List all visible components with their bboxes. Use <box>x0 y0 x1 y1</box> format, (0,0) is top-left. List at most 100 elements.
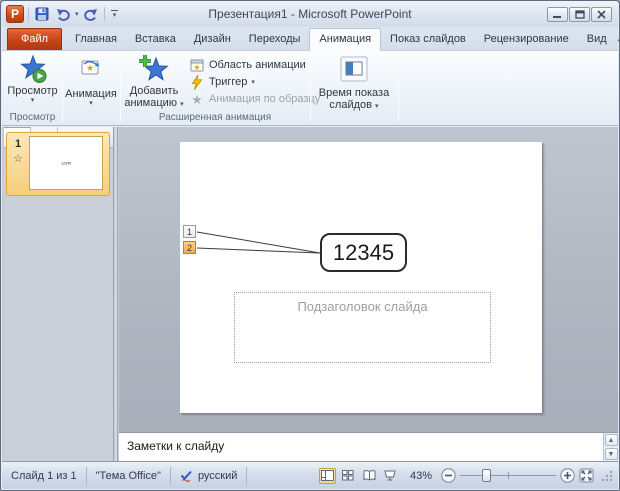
animation-icon: ★ <box>80 57 102 79</box>
divider <box>28 7 29 21</box>
animation-pane-button[interactable]: ★ Область анимации <box>189 57 306 73</box>
tab-slideshow[interactable]: Показ слайдов <box>381 29 475 50</box>
svg-text:★: ★ <box>86 63 94 73</box>
restore-icon <box>575 10 585 19</box>
scroll-down-icon[interactable]: ▼ <box>605 448 618 460</box>
preview-star-icon <box>17 53 49 85</box>
divider <box>104 7 105 21</box>
preview-button[interactable]: Просмотр ▾ <box>4 53 61 104</box>
window-controls <box>547 7 618 22</box>
slide-indicator[interactable]: Слайд 1 из 1 <box>2 467 87 485</box>
tab-design[interactable]: Дизайн <box>185 29 240 50</box>
chevron-down-icon: ▾ <box>31 97 35 104</box>
chevron-down-icon: ▾ <box>375 103 379 110</box>
notes-scrollbar[interactable]: ▲ ▼ <box>603 433 618 461</box>
language-indicator[interactable]: русский <box>171 467 247 485</box>
save-icon <box>35 7 49 21</box>
timing-label-line2: слайдов ▾ <box>329 99 378 111</box>
chevron-down-icon: ▾ <box>113 12 117 19</box>
timing-label-line1: Время показа <box>319 87 389 99</box>
zoom-in-button[interactable] <box>560 468 575 483</box>
svg-text:★: ★ <box>193 63 200 72</box>
slide-textbox[interactable]: 12345 <box>320 233 407 272</box>
restore-button[interactable] <box>569 7 590 22</box>
animation-order-tag-2[interactable]: 2 <box>183 241 196 254</box>
slide-thumbnail-1[interactable]: 1 ☆ 12345 <box>6 132 110 196</box>
fit-to-window-button[interactable] <box>579 468 594 483</box>
animation-painter-button[interactable]: ★ Анимация по образцу <box>189 91 320 107</box>
tab-view[interactable]: Вид <box>578 29 616 50</box>
animation-button-label: Анимация <box>65 88 117 100</box>
slide-sorter-icon <box>342 470 354 481</box>
spellcheck-icon <box>180 469 193 482</box>
zoom-slider[interactable] <box>460 468 556 483</box>
zoom-slider-thumb[interactable] <box>482 469 491 482</box>
language-text: русский <box>198 470 237 482</box>
timing-button[interactable]: Время показа слайдов ▾ <box>311 56 397 111</box>
powerpoint-app-icon[interactable]: P <box>6 5 24 23</box>
customize-qat-button[interactable]: ▾ <box>109 5 121 23</box>
trigger-button[interactable]: Триггер ▾ <box>189 74 255 90</box>
reading-view-button[interactable] <box>361 468 378 484</box>
scroll-up-icon[interactable]: ▲ <box>605 434 618 446</box>
close-icon <box>597 10 606 19</box>
animation-gallery-button[interactable]: ★ Анимация ▾ <box>63 57 119 107</box>
slide-canvas[interactable]: 1 2 12345 Подзаголовок слайда <box>180 142 542 413</box>
group-animation: ★ Анимация ▾ <box>63 51 119 125</box>
theme-indicator[interactable]: "Тема Office" <box>87 467 171 485</box>
slide-editor-area: 1 2 12345 Подзаголовок слайда Заметки к … <box>119 127 618 461</box>
add-animation-button[interactable]: Добавить анимацию ▾ <box>123 53 185 109</box>
slideshow-icon <box>384 470 396 481</box>
editor-canvas: 1 2 12345 Подзаголовок слайда <box>119 127 618 432</box>
trigger-lightning-icon <box>189 74 205 90</box>
pane-splitter[interactable] <box>115 127 118 461</box>
animation-order-tag-1[interactable]: 1 <box>183 225 196 238</box>
powerpoint-window: P ▾ <box>0 0 620 491</box>
notes-placeholder-text: Заметки к слайду <box>127 439 224 453</box>
resize-grip[interactable] <box>600 469 614 483</box>
zoom-out-button[interactable] <box>441 468 456 483</box>
normal-view-icon <box>321 470 334 481</box>
quick-access-toolbar: P ▾ <box>2 5 121 23</box>
ribbon: Просмотр ▾ Просмотр ★ Анимация ▾ <box>2 50 618 126</box>
notes-pane[interactable]: Заметки к слайду ▲ ▼ <box>119 432 618 461</box>
tab-bar-extras: ? <box>616 31 620 50</box>
chevron-down-icon: ▾ <box>89 100 93 107</box>
tab-file[interactable]: Файл <box>7 28 62 50</box>
zoom-level-text[interactable]: 43% <box>410 470 432 482</box>
thumbnail-mini-text: 12345 <box>61 161 71 165</box>
tab-animations[interactable]: Анимация <box>309 28 381 51</box>
add-animation-label-line2: анимацию ▾ <box>124 97 183 109</box>
timing-icon <box>339 56 369 83</box>
slide-indicator-text: Слайд 1 из 1 <box>11 470 77 482</box>
status-bar: Слайд 1 из 1 "Тема Office" русский <box>2 461 618 489</box>
theme-name-text: "Тема Office" <box>96 470 161 482</box>
chevron-down-icon: ▾ <box>180 101 184 108</box>
save-button[interactable] <box>33 5 51 23</box>
tab-review[interactable]: Рецензирование <box>475 29 578 50</box>
group-timing: Время показа слайдов ▾ <box>311 51 397 125</box>
minimize-button[interactable] <box>547 7 568 22</box>
thumbnail-slide-image: 12345 <box>29 136 103 190</box>
slide-sorter-view-button[interactable] <box>340 468 357 484</box>
slideshow-view-button[interactable] <box>382 468 399 484</box>
reading-view-icon <box>363 470 376 481</box>
group-preview: Просмотр ▾ Просмотр <box>4 51 61 125</box>
add-animation-label-line1: Добавить <box>130 85 179 97</box>
tab-insert[interactable]: Вставка <box>126 29 185 50</box>
animation-indicator-star-icon[interactable]: ☆ <box>13 152 23 165</box>
tab-transitions[interactable]: Переходы <box>240 29 310 50</box>
undo-dropdown-icon[interactable]: ▾ <box>75 11 79 18</box>
close-button[interactable] <box>591 7 612 22</box>
animation-painter-label: Анимация по образцу <box>209 93 320 105</box>
minimize-icon <box>553 10 562 19</box>
undo-button[interactable] <box>54 5 72 23</box>
minimize-ribbon-icon[interactable] <box>616 35 620 43</box>
thumbnail-gutter: 1 ☆ <box>7 133 29 195</box>
redo-button[interactable] <box>82 5 100 23</box>
normal-view-button[interactable] <box>319 468 336 484</box>
add-animation-icon <box>137 53 171 85</box>
animation-pane-label: Область анимации <box>209 59 306 71</box>
tab-home[interactable]: Главная <box>66 29 126 50</box>
subtitle-placeholder[interactable]: Подзаголовок слайда <box>234 292 491 363</box>
